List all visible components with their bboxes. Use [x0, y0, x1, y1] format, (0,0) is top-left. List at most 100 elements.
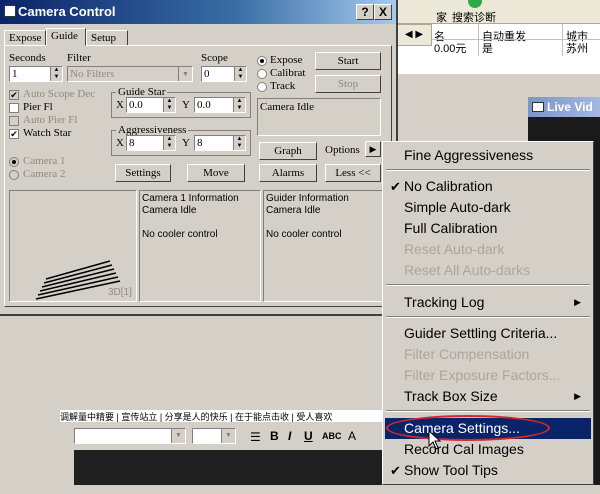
search-diagnose-icon[interactable] [468, 0, 482, 8]
camera-2-label: Camera 2 [23, 168, 66, 180]
auto-pier-flip-checkbox[interactable] [9, 116, 19, 126]
chevron-down-icon: ▼ [221, 429, 235, 443]
lower-background-window: 调解量中精要 | 宣传站立 | 分享是人的快乐 | 在于能点击收 | 受人喜欢 … [60, 410, 390, 485]
guider-info-panel: Guider Information Camera Idle No cooler… [263, 190, 389, 302]
menu-item-filter-compensation[interactable]: Filter Compensation [385, 344, 591, 365]
guide-star-y-stepper[interactable]: 0.0 ▲ ▼ [194, 97, 246, 113]
aggressiveness-group: Aggressiveness X 8 ▲ ▼ Y 8 ▲ ▼ [111, 124, 251, 156]
aggressiveness-y-stepper[interactable]: 8 ▲ ▼ [194, 135, 246, 151]
watch-star-label: Watch Star [23, 127, 72, 139]
live-video-title-bar[interactable]: Live Vid [528, 97, 600, 117]
seconds-stepper[interactable]: 1 ▲ ▼ [9, 66, 63, 82]
spin-arrows-icon[interactable]: ▲ ▼ [163, 98, 175, 112]
camera-1-cooler: No cooler control [142, 229, 218, 240]
strikethrough-icon[interactable]: ABC [322, 431, 342, 441]
check-icon: ✔ [390, 179, 401, 194]
status-box: Camera Idle [257, 98, 381, 136]
aggressiveness-x-stepper[interactable]: 8 ▲ ▼ [126, 135, 176, 151]
list-format-icon[interactable]: ☰ [250, 430, 261, 444]
submenu-arrow-icon: ▶ [574, 297, 581, 307]
menu-item-tracking-log[interactable]: Tracking Log ▶ [385, 292, 591, 313]
help-button[interactable]: ? [356, 4, 374, 20]
aggressiveness-y-label: Y [182, 137, 190, 149]
camera-1-radio[interactable] [9, 157, 19, 167]
stop-button[interactable]: Stop [315, 75, 381, 93]
chevron-down-icon: ▼ [178, 67, 192, 81]
tab-expose[interactable]: Expose [4, 30, 46, 46]
options-label: Options [325, 144, 360, 156]
background-table: 名 自动重发 城市 0.00元 是 苏州 [432, 24, 600, 74]
menu-separator [386, 284, 590, 286]
options-menu-button[interactable]: ▶ [365, 141, 381, 157]
font-select[interactable]: ▼ [74, 428, 186, 444]
menu-item-full-calibration[interactable]: Full Calibration [385, 218, 591, 239]
guider-status: Camera Idle [266, 205, 321, 216]
menu-separator [386, 169, 590, 171]
aggressiveness-x-label: X [116, 137, 124, 149]
expose-radio[interactable] [257, 56, 267, 66]
scope-label: Scope [201, 52, 228, 64]
tab-setup[interactable]: Setup [86, 30, 128, 46]
move-button[interactable]: Move [187, 164, 245, 182]
lower-window-toolbar: ▼ ▼ ☰ B I U ABC A [60, 426, 390, 448]
title-bar[interactable]: Camera Control ? X [0, 0, 396, 24]
menu-item-camera-settings[interactable]: Camera Settings... [385, 418, 591, 439]
alarms-button[interactable]: Alarms [259, 164, 317, 182]
spin-arrows-icon[interactable]: ▲ ▼ [234, 67, 246, 81]
filter-select[interactable]: No Filters ▼ [67, 66, 193, 82]
menu-item-show-tool-tips[interactable]: ✔ Show Tool Tips [385, 460, 591, 481]
camera-1-info-panel: Camera 1 Information Camera Idle No cool… [139, 190, 261, 302]
window-icon [532, 102, 544, 112]
tab-nav-arrows[interactable]: ◀ ▶ [396, 24, 432, 46]
scope-stepper[interactable]: 0 ▲ ▼ [201, 66, 247, 82]
menu-item-filter-exposure-factors[interactable]: Filter Exposure Factors... [385, 365, 591, 386]
graph-button[interactable]: Graph [259, 142, 317, 160]
less-button[interactable]: Less << [325, 164, 381, 182]
guide-star-x-stepper[interactable]: 0.0 ▲ ▼ [126, 97, 176, 113]
guide-tab-panel: Seconds 1 ▲ ▼ Filter No Filters ▼ Scope 0 ▲ ▼… [4, 45, 392, 307]
watch-star-checkbox[interactable]: ✔ [9, 129, 19, 139]
tab-guide[interactable]: Guide [46, 28, 86, 46]
table-cell: 是 [482, 43, 493, 55]
menu-separator [386, 410, 590, 412]
spin-arrows-icon[interactable]: ▲ ▼ [233, 136, 245, 150]
lower-window-tabs[interactable]: 调解量中精要 | 宣传站立 | 分享是人的快乐 | 在于能点击收 | 受人喜欢 [60, 410, 390, 422]
table-divider [562, 24, 563, 56]
camera-2-radio[interactable] [9, 170, 19, 180]
spin-arrows-icon[interactable]: ▲ ▼ [163, 136, 175, 150]
menu-item-track-box-size[interactable]: Track Box Size ▶ [385, 386, 591, 407]
menu-item-guider-settling-criteria[interactable]: Guider Settling Criteria... [385, 323, 591, 344]
text-color-icon[interactable]: A [348, 429, 356, 443]
settings-button[interactable]: Settings [115, 164, 171, 182]
scope-slope-icon [35, 260, 121, 300]
menu-item-no-calibration[interactable]: ✔ No Calibration [385, 176, 591, 197]
window-icon [4, 5, 16, 17]
table-cell: 0.00元 [434, 43, 467, 55]
pier-flip-checkbox[interactable] [9, 103, 19, 113]
italic-icon[interactable]: I [288, 429, 291, 443]
menu-item-reset-all-auto-darks[interactable]: Reset All Auto-darks [385, 260, 591, 281]
spin-arrows-icon[interactable]: ▲ ▼ [233, 98, 245, 112]
start-button[interactable]: Start [315, 52, 381, 70]
table-divider [478, 24, 479, 56]
size-select[interactable]: ▼ [192, 428, 236, 444]
menu-item-reset-auto-dark[interactable]: Reset Auto-dark [385, 239, 591, 260]
menu-item-record-cal-images[interactable]: Record Cal Images [385, 439, 591, 460]
bold-icon[interactable]: B [270, 429, 279, 443]
guider-cooler: No cooler control [266, 229, 342, 240]
menu-item-simple-auto-dark[interactable]: Simple Auto-dark [385, 197, 591, 218]
expose-radio-label: Expose [270, 54, 303, 66]
guide-star-y-label: Y [182, 99, 190, 111]
menu-item-fine-aggressiveness[interactable]: Fine Aggressiveness [385, 145, 591, 166]
options-context-menu: Fine Aggressiveness ✔ No Calibration Simp… [382, 141, 594, 485]
auto-scope-dec-checkbox[interactable]: ✔ [9, 90, 19, 100]
close-button[interactable]: X [374, 4, 392, 20]
background-toolbar: 家 搜索诊断 [396, 0, 600, 24]
search-diagnose-button[interactable]: 搜索诊断 [452, 9, 496, 25]
calibrate-radio[interactable] [257, 69, 267, 79]
guider-info-title: Guider Information [266, 193, 349, 204]
track-radio[interactable] [257, 82, 267, 92]
underline-icon[interactable]: U [304, 429, 313, 443]
chevron-down-icon: ▼ [171, 429, 185, 443]
spin-arrows-icon[interactable]: ▲ ▼ [50, 67, 62, 81]
